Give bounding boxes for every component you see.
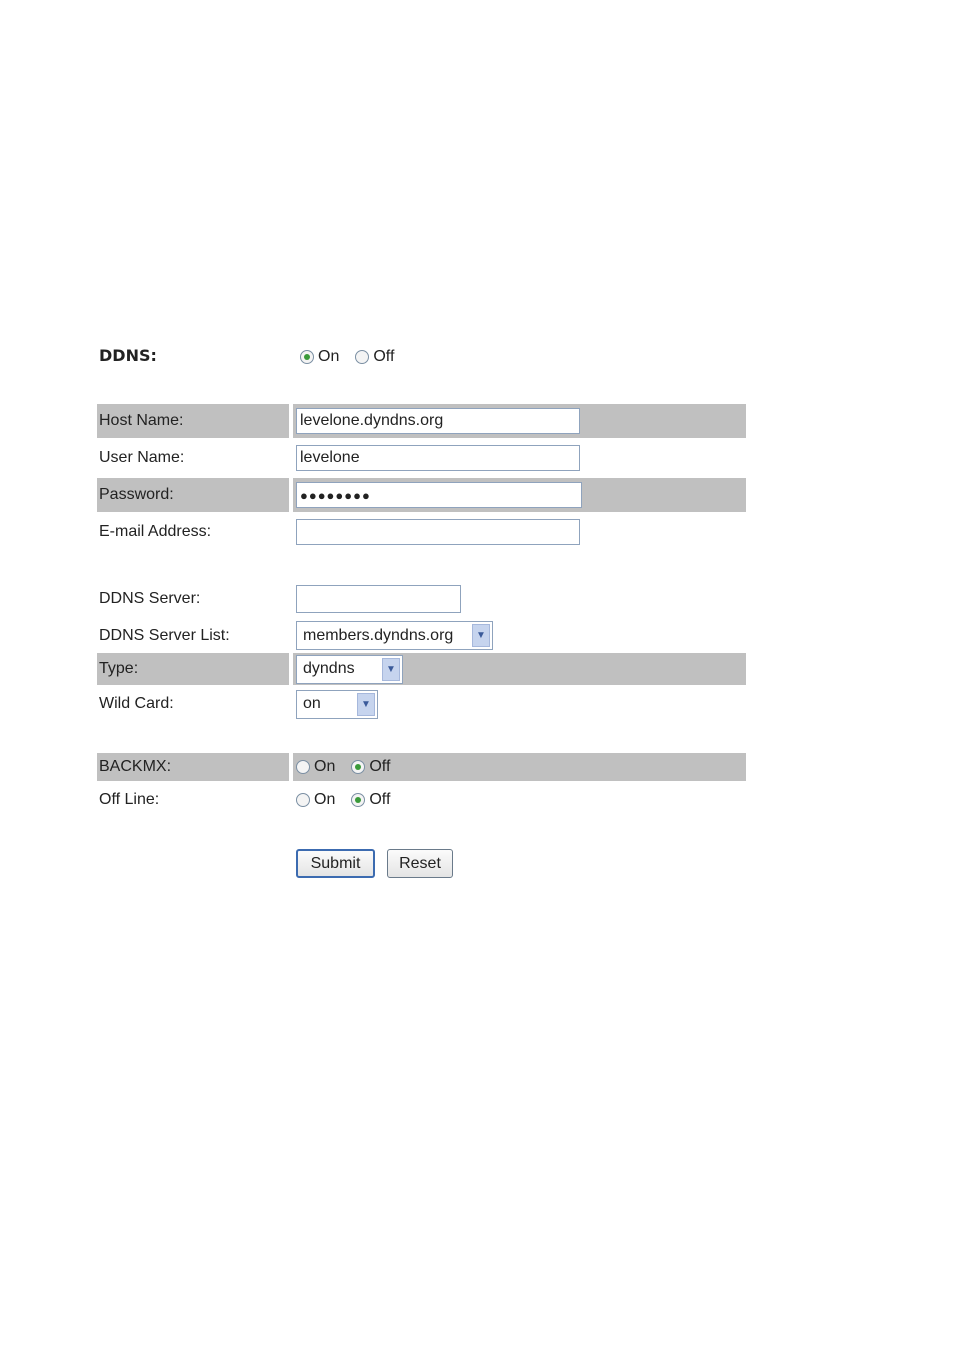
radio-label: On xyxy=(314,791,336,808)
backmx-off-radio[interactable]: Off xyxy=(351,758,390,776)
select-value: members.dyndns.org xyxy=(303,626,454,644)
reset-button[interactable]: Reset xyxy=(387,849,453,878)
host-name-input[interactable] xyxy=(296,408,580,434)
ddns-radio-group: On Off xyxy=(300,348,410,366)
ddns-server-list-row: DDNS Server List: members.dyndns.org ▼ xyxy=(97,619,746,652)
user-name-label: User Name: xyxy=(99,449,185,466)
wild-card-label: Wild Card: xyxy=(99,695,174,712)
ddns-on-radio[interactable]: On xyxy=(300,348,339,366)
host-name-row: Host Name: xyxy=(97,404,746,438)
user-name-row: User Name: xyxy=(97,441,746,475)
radio-label: On xyxy=(314,758,336,775)
backmx-row: BACKMX: On Off xyxy=(97,753,746,781)
radio-unselected-icon xyxy=(296,760,310,774)
type-label: Type: xyxy=(97,653,289,685)
offline-row: Off Line: On Off xyxy=(97,786,746,814)
radio-selected-icon xyxy=(351,760,366,774)
ddns-server-list-label: DDNS Server List: xyxy=(99,626,230,644)
offline-on-radio[interactable]: On xyxy=(296,791,335,809)
ddns-off-radio[interactable]: Off xyxy=(355,348,394,366)
select-value: dyndns xyxy=(303,660,355,677)
radio-label: Off xyxy=(369,791,391,808)
ddns-server-row: DDNS Server: xyxy=(97,583,746,615)
chevron-down-icon[interactable]: ▼ xyxy=(472,624,490,647)
ddns-server-list-select[interactable]: members.dyndns.org ▼ xyxy=(296,621,493,650)
email-input[interactable] xyxy=(296,519,580,545)
type-select[interactable]: dyndns ▼ xyxy=(296,654,403,684)
radio-unselected-icon xyxy=(355,350,370,364)
radio-label: Off xyxy=(373,348,395,365)
radio-label: On xyxy=(318,348,340,365)
offline-off-radio[interactable]: Off xyxy=(351,791,390,809)
ddns-server-label: DDNS Server: xyxy=(99,590,201,607)
email-label: E-mail Address: xyxy=(99,523,212,540)
wild-card-row: Wild Card: on ▼ xyxy=(97,688,746,720)
radio-selected-icon xyxy=(300,350,314,364)
radio-selected-icon xyxy=(351,793,366,807)
radio-label: Off xyxy=(369,758,391,775)
chevron-down-icon[interactable]: ▼ xyxy=(382,657,400,681)
backmx-on-radio[interactable]: On xyxy=(296,758,335,776)
submit-button[interactable]: Submit xyxy=(296,849,375,878)
radio-unselected-icon xyxy=(296,793,310,807)
user-name-input[interactable] xyxy=(296,445,580,471)
offline-label: Off Line: xyxy=(99,791,160,808)
email-row: E-mail Address: xyxy=(97,515,746,549)
password-label: Password: xyxy=(97,478,289,512)
backmx-label: BACKMX: xyxy=(97,753,289,781)
ddns-label: DDNS: xyxy=(99,346,157,365)
password-input[interactable] xyxy=(296,482,582,508)
chevron-down-icon[interactable]: ▼ xyxy=(357,692,375,716)
host-name-label: Host Name: xyxy=(97,404,289,438)
wild-card-select[interactable]: on ▼ xyxy=(296,689,378,719)
password-row: Password: xyxy=(97,478,746,512)
ddns-server-input[interactable] xyxy=(296,585,461,613)
select-value: on xyxy=(303,695,321,712)
type-row: Type: dyndns ▼ xyxy=(97,653,746,685)
